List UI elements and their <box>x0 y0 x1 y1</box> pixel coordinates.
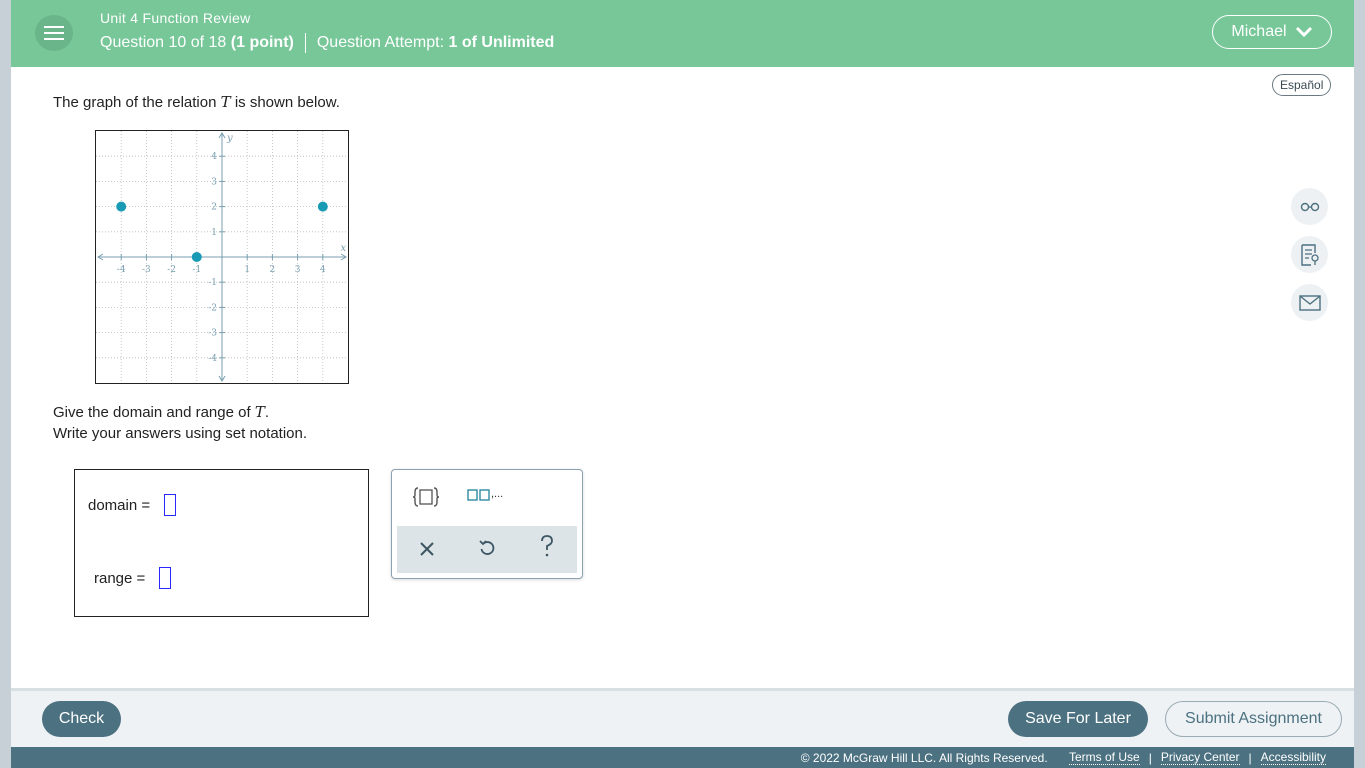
footer-divider <box>1057 751 1060 765</box>
bottom-bar <box>11 688 1354 747</box>
menu-icon <box>44 32 64 34</box>
close-icon <box>420 541 434 556</box>
data-point <box>317 201 328 212</box>
undo-button[interactable] <box>467 536 507 564</box>
glasses-icon <box>1300 202 1319 211</box>
header: Unit 4 Function Review Question 10 of 18… <box>11 0 1354 67</box>
attempt-value: 1 of Unlimited <box>448 34 555 51</box>
data-point <box>116 201 127 212</box>
question-info: Question 10 of 18 (1 point) Question Att… <box>100 33 554 53</box>
user-name: Michael <box>1231 23 1287 40</box>
data-point <box>191 252 202 262</box>
submit-assignment-button[interactable]: Submit Assignment <box>1165 701 1342 737</box>
notes-icon <box>1300 243 1319 266</box>
y-tick-label: -4 <box>208 354 217 364</box>
question-text: The graph of the relation T is shown bel… <box>53 93 340 111</box>
range-input[interactable] <box>159 567 172 589</box>
help-icon <box>541 535 553 557</box>
hamburger-menu-button[interactable] <box>35 15 73 51</box>
y-tick-label: -3 <box>208 329 217 339</box>
footer-divider: | <box>1248 750 1252 765</box>
x-axis-label: x <box>340 243 346 254</box>
x-tick-label: -2 <box>167 265 176 275</box>
x-tick-label: 4 <box>320 265 326 275</box>
question-prefix: The graph of the relation <box>53 94 217 111</box>
answer-box: domain = range = <box>74 469 369 617</box>
question-points: (1 point) <box>230 34 294 51</box>
assignment-title: Unit 4 Function Review <box>100 10 251 26</box>
x-tick-label: 2 <box>270 265 276 275</box>
copyright: © 2022 McGraw Hill LLC. All Rights Reser… <box>800 750 1048 765</box>
y-tick-label: 3 <box>211 177 217 187</box>
palette-actions <box>397 526 577 573</box>
domain-input[interactable] <box>164 494 177 516</box>
clear-button[interactable] <box>407 536 447 564</box>
footer: © 2022 McGraw Hill LLC. All Rights Reser… <box>11 747 1354 768</box>
check-button[interactable]: Check <box>42 701 121 737</box>
y-tick-label: -2 <box>208 303 217 313</box>
list-dots: ,... <box>491 488 504 500</box>
user-menu-button[interactable]: Michael <box>1212 15 1332 49</box>
privacy-link[interactable]: Privacy Center <box>1160 750 1240 765</box>
relation-variable: T <box>220 93 231 111</box>
chevron-down-icon <box>1295 26 1312 38</box>
x-tick-label: -1 <box>192 265 201 275</box>
mail-icon <box>1298 294 1321 311</box>
notes-tool-button[interactable] <box>1291 236 1328 273</box>
instruction-line-1: Give the domain and range of T. <box>53 403 269 421</box>
main-frame: Unit 4 Function Review Question 10 of 18… <box>11 0 1354 768</box>
x-tick-label: -3 <box>142 265 151 275</box>
list-elements-icon <box>467 489 490 501</box>
relation-graph: -4 -4 -3 -3 -2 -2 -1 -1 1 1 2 2 3 3 4 4 x y <box>95 130 349 384</box>
divider <box>304 33 306 53</box>
undo-icon <box>479 539 495 555</box>
range-row: range = <box>94 567 172 589</box>
glasses-tool-button[interactable] <box>1291 188 1328 225</box>
x-tick-label: 1 <box>244 265 250 275</box>
instruction-line-2: Write your answers using set notation. <box>53 425 308 442</box>
y-tick-label: 2 <box>211 203 217 213</box>
y-tick-label: 4 <box>211 152 217 162</box>
y-tick-label: -1 <box>208 278 217 288</box>
instructions: Give the domain and range of T. Write yo… <box>53 402 307 444</box>
domain-label: domain = <box>88 496 151 514</box>
question-number: Question 10 of 18 <box>100 34 227 51</box>
set-braces-button[interactable] <box>412 485 440 514</box>
help-button[interactable] <box>527 535 567 564</box>
y-tick-label: 1 <box>211 228 217 238</box>
x-tick-label: -4 <box>117 265 126 275</box>
set-braces-icon <box>412 487 440 507</box>
list-elements-button[interactable]: ,... <box>467 487 503 510</box>
footer-divider: | <box>1148 750 1152 765</box>
attempt-label: Question Attempt: <box>316 34 445 51</box>
question-suffix: is shown below. <box>234 94 340 111</box>
x-tick-label: 3 <box>295 265 301 275</box>
save-for-later-button[interactable]: Save For Later <box>1008 701 1148 737</box>
espanol-button[interactable]: Español <box>1272 74 1332 96</box>
accessibility-link[interactable]: Accessibility <box>1260 750 1326 765</box>
math-palette: ,... <box>391 469 583 579</box>
range-label: range = <box>94 569 146 587</box>
domain-row: domain = <box>88 494 177 516</box>
y-axis-label: y <box>226 133 233 144</box>
terms-link[interactable]: Terms of Use <box>1069 750 1140 765</box>
mail-tool-button[interactable] <box>1291 284 1328 321</box>
